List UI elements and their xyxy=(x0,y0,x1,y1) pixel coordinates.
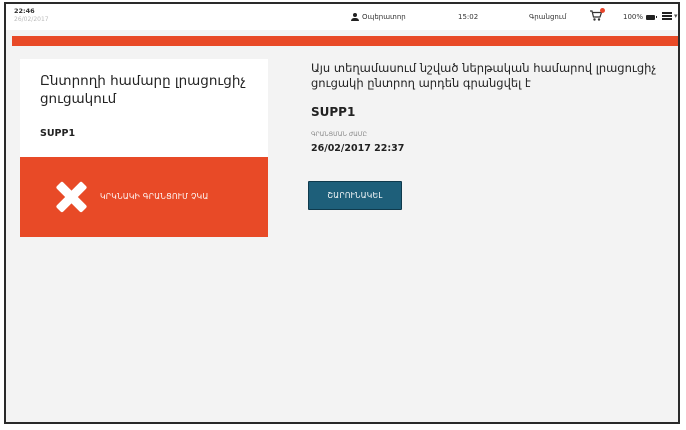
continue-button[interactable]: ՇԱՐՈՒՆԱԿԵԼ xyxy=(308,181,402,210)
voter-card: Ընտրողի համարը լրացուցիչ ցուցակում SUPP1… xyxy=(20,59,268,237)
user-icon xyxy=(351,13,359,21)
error-text: ԿՐԿՆԱԿԻ ԳՐԱՆՑՈՒՄ ՉԿԱ xyxy=(100,192,209,201)
status-bar: 22:46 26/02/2017 Օպերատոր 15:02 Գրանցում… xyxy=(6,4,678,30)
registration-time-label: ԳՐԱՆՑՄԱՆ ԺԱՄԸ xyxy=(311,131,368,138)
registration-time-value: 26/02/2017 22:37 xyxy=(311,143,405,154)
app-window: 22:46 26/02/2017 Օպերատոր 15:02 Գրանցում… xyxy=(4,2,680,424)
card-code: SUPP1 xyxy=(40,128,76,139)
cart-icon[interactable] xyxy=(589,8,605,22)
card-title: Ընտրողի համարը լրացուցիչ ցուցակում xyxy=(40,73,246,107)
status-time: 22:46 xyxy=(14,7,35,15)
clock-label: 15:02 xyxy=(458,13,479,21)
header-accent-bar xyxy=(12,36,678,46)
close-icon xyxy=(56,182,86,212)
hamburger-menu-icon[interactable] xyxy=(662,12,672,20)
battery-status: 100% xyxy=(623,13,658,21)
registration-link[interactable]: Գրանցում xyxy=(529,13,566,21)
info-message: Այս տեղամասում նշված ներթական համարով լր… xyxy=(311,61,657,90)
battery-icon xyxy=(646,14,658,20)
user-label: Օպերատոր xyxy=(362,13,406,21)
error-banner: ԿՐԿՆԱԿԻ ԳՐԱՆՑՈՒՄ ՉԿԱ xyxy=(20,157,268,237)
cart-badge xyxy=(600,8,605,13)
chevron-down-icon[interactable]: ▾ xyxy=(674,12,678,20)
status-date: 26/02/2017 xyxy=(14,16,49,23)
user-menu[interactable]: Օպերատոր xyxy=(351,13,406,21)
battery-label: 100% xyxy=(623,13,644,21)
voter-code: SUPP1 xyxy=(311,105,356,119)
